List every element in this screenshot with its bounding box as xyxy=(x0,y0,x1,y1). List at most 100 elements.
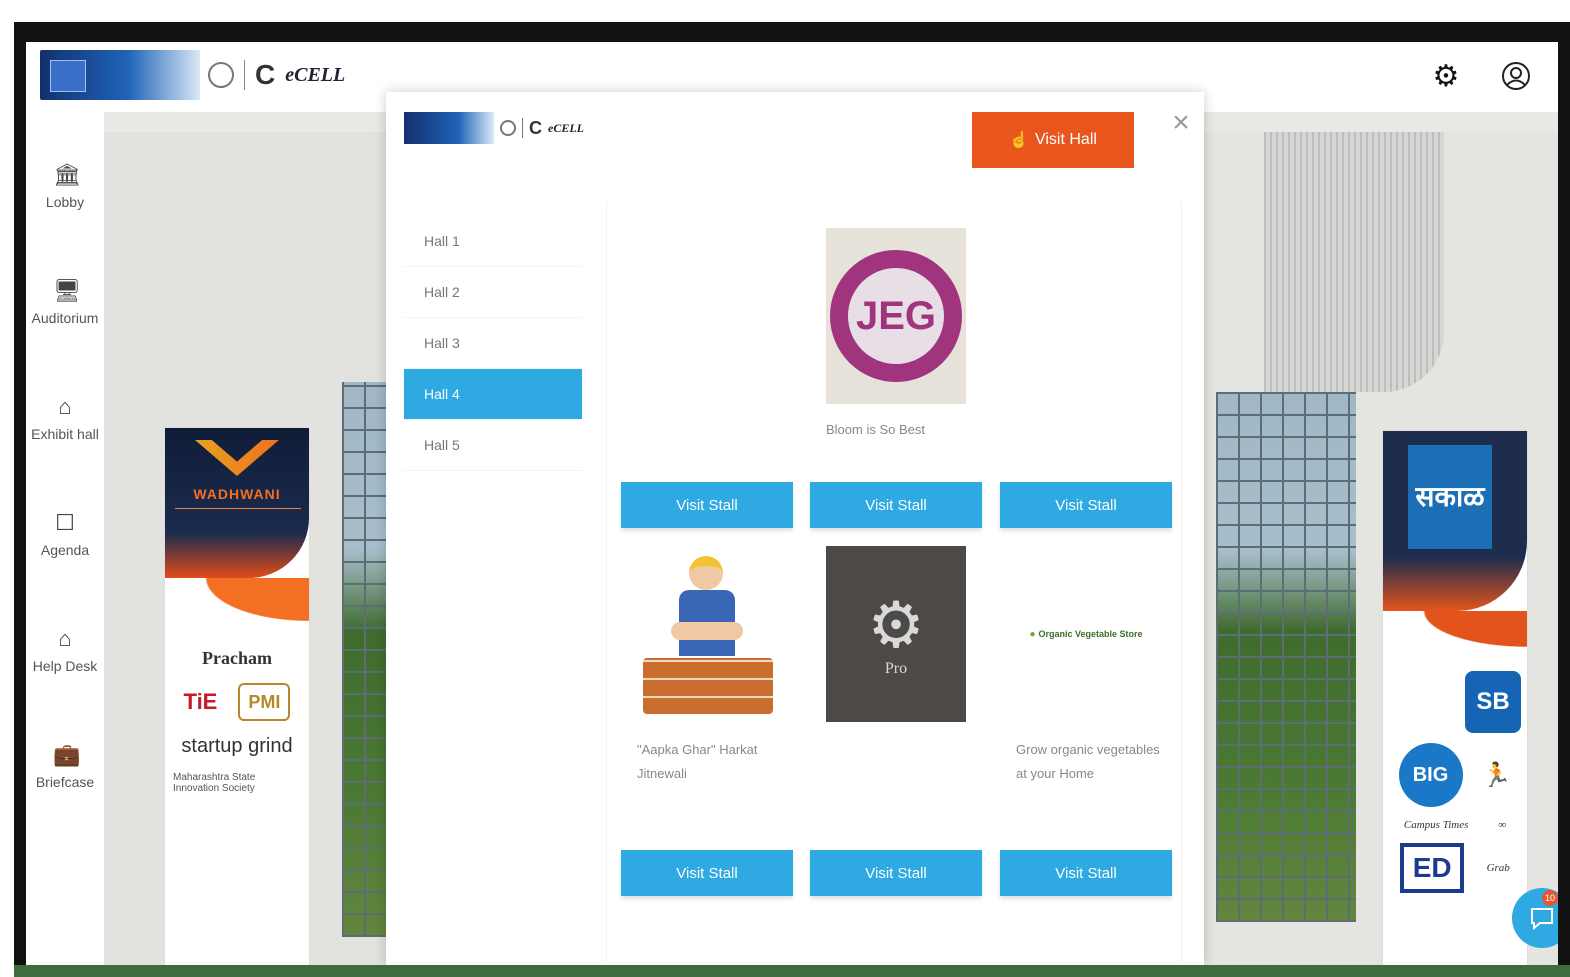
stall-description: "Aapka Ghar" Harkat Jitnewali xyxy=(637,742,758,781)
hand-pointer-icon: ☝ xyxy=(1009,132,1029,149)
stall-card: JEG Bloom is So Best Visit Stall xyxy=(810,212,982,532)
runner-icon: 🏃 xyxy=(1481,761,1512,789)
nav-item-agenda[interactable]: ☐ Agenda xyxy=(26,510,104,610)
stall-logo-image[interactable]: JEG xyxy=(826,228,966,404)
ceiling-slats xyxy=(1264,132,1444,392)
hall-item-2[interactable]: Hall 2 xyxy=(404,267,582,318)
nav-label: Agenda xyxy=(40,542,90,558)
logo-row: ED Grab xyxy=(1389,843,1521,893)
nav-label: Help Desk xyxy=(32,658,98,674)
stall-card: "Aapka Ghar" Harkat Jitnewali Visit Stal… xyxy=(621,542,793,902)
brand-logo[interactable]: C eCELL xyxy=(40,50,345,100)
briefcase-icon: 💼 xyxy=(53,742,81,767)
nav-label: Lobby xyxy=(45,194,85,210)
logo-row: BIG 🏃 xyxy=(1389,743,1521,807)
nav-label: Auditorium xyxy=(31,310,99,326)
builder-head xyxy=(689,556,723,590)
sb-logo: SB xyxy=(1465,671,1521,733)
event-logo-block xyxy=(40,50,200,100)
jeg-monogram: JEG xyxy=(848,268,944,364)
pmi-logo: PMI xyxy=(238,683,291,721)
right-window xyxy=(1216,392,1356,922)
hall-item-4[interactable]: Hall 4 xyxy=(404,369,582,420)
exhibit-hall-icon: ⌂ xyxy=(58,394,72,419)
visit-stall-button[interactable]: Visit Stall xyxy=(810,850,982,896)
college-logo: C xyxy=(529,117,542,138)
stall-logo-image[interactable]: Organic Vegetable Store xyxy=(1016,546,1156,722)
hall-list: Hall 1 Hall 2 Hall 3 Hall 4 Hall 5 xyxy=(404,216,582,471)
screen-frame: WADHWANI Pracham TiE PMI startup grind M… xyxy=(14,22,1570,977)
big-fm-logo: BIG xyxy=(1398,743,1463,807)
banner-swoosh xyxy=(165,578,309,638)
stall-card: ⚙ Pro Visit Stall xyxy=(810,542,982,902)
wadhwani-title: WADHWANI xyxy=(193,486,281,502)
grab-text: Grab xyxy=(1486,862,1510,874)
visit-hall-label: Visit Hall xyxy=(1034,131,1097,148)
left-banner-logos: Pracham TiE PMI startup grind Maharashtr… xyxy=(165,638,309,818)
startup-grind-text: startup grind xyxy=(181,735,293,757)
stall-description: Grow organic vegetables at your Home xyxy=(1016,742,1160,781)
stall-grid: Visit Stall JEG Bloom is So Best Visit S… xyxy=(606,202,1182,962)
virtual-event-app: WADHWANI Pracham TiE PMI startup grind M… xyxy=(26,42,1558,965)
nav-item-briefcase[interactable]: 💼 Briefcase xyxy=(26,742,104,842)
sakal-logo: सकाळ xyxy=(1408,445,1492,549)
pracham-logo: Pracham xyxy=(202,648,272,668)
hall-item-3[interactable]: Hall 3 xyxy=(404,318,582,369)
wadhwani-subline xyxy=(175,508,301,528)
modal-brand-logo: C eCELL xyxy=(404,112,584,144)
user-circle-icon[interactable] xyxy=(1498,58,1534,94)
stall-logo-image[interactable] xyxy=(637,542,777,718)
tie-logo: TiE xyxy=(183,689,218,714)
right-banner-logos: SB BIG 🏃 Campus Times ∞ ED Grab xyxy=(1383,661,1527,911)
auditorium-icon: 🖥 xyxy=(53,278,81,303)
logo-row: Campus Times ∞ xyxy=(1389,819,1521,831)
hall-item-1[interactable]: Hall 1 xyxy=(404,216,582,267)
wadhwani-header: WADHWANI xyxy=(165,428,309,578)
builder-arms xyxy=(671,622,743,640)
chat-notification-badge: 10 xyxy=(1542,890,1558,906)
stall-card: Visit Stall xyxy=(1000,212,1172,532)
ecell-logo: eCELL xyxy=(548,120,584,135)
campus-times-logo: Campus Times xyxy=(1403,819,1469,831)
right-sponsor-banner[interactable]: सकाळ SB BIG 🏃 Campus Times ∞ ED Grab xyxy=(1382,430,1528,965)
left-sponsor-banner[interactable]: WADHWANI Pracham TiE PMI startup grind M… xyxy=(164,427,310,965)
visit-stall-button[interactable]: Visit Stall xyxy=(621,482,793,528)
infinity-logo-icon: ∞ xyxy=(1498,819,1507,831)
stall-logo-image[interactable]: ⚙ Pro xyxy=(826,546,966,722)
nav-label: Exhibit hall xyxy=(31,426,99,442)
logo-pair: TiE PMI xyxy=(173,683,301,721)
hall-directory-modal: C eCELL ☝ Visit Hall × Hall 1 Hall 2 Hal… xyxy=(386,92,1204,965)
visit-hall-button[interactable]: ☝ Visit Hall xyxy=(972,112,1134,168)
close-icon[interactable]: × xyxy=(1166,108,1196,138)
nav-item-auditorium[interactable]: 🖥 Auditorium xyxy=(26,278,104,378)
agenda-icon: ☐ xyxy=(55,510,75,535)
event-logo-block xyxy=(404,112,494,144)
brand-divider xyxy=(244,60,245,90)
visit-stall-button[interactable]: Visit Stall xyxy=(810,482,982,528)
nav-item-lobby[interactable]: 🏛 Lobby xyxy=(26,162,104,262)
college-logo: C xyxy=(255,59,276,90)
gear-logo-text: Pro xyxy=(884,660,908,677)
nav-item-help-desk[interactable]: ⌂ Help Desk xyxy=(26,626,104,726)
stall-card: Visit Stall xyxy=(621,212,793,532)
visit-stall-button[interactable]: Visit Stall xyxy=(1000,482,1172,528)
startup-grind-logo: startup grind xyxy=(173,735,301,758)
ed-logo: ED xyxy=(1400,843,1465,893)
seal-icon xyxy=(500,120,516,136)
banner-swoosh xyxy=(1383,611,1527,661)
sakal-header: सकाळ xyxy=(1383,431,1527,611)
brand-divider xyxy=(522,118,523,138)
visit-stall-button[interactable]: Visit Stall xyxy=(621,850,793,896)
nav-item-exhibit-hall[interactable]: ⌂ Exhibit hall xyxy=(26,394,104,494)
wadhwani-wing-logo xyxy=(195,440,279,476)
lobby-icon: 🏛 xyxy=(53,162,81,187)
seal-icon xyxy=(208,62,234,88)
jeg-emblem: JEG xyxy=(830,250,962,382)
visit-stall-button[interactable]: Visit Stall xyxy=(1000,850,1172,896)
gear-icon[interactable]: ⚙ xyxy=(1428,58,1464,94)
stall-card: Organic Vegetable Store Grow organic veg… xyxy=(1000,542,1172,902)
nav-label: Briefcase xyxy=(35,774,95,790)
left-window xyxy=(342,382,392,937)
hall-item-5[interactable]: Hall 5 xyxy=(404,420,582,471)
side-navigation: 🏛 Lobby 🖥 Auditorium ⌂ Exhibit hall ☐ Ag… xyxy=(26,112,104,965)
